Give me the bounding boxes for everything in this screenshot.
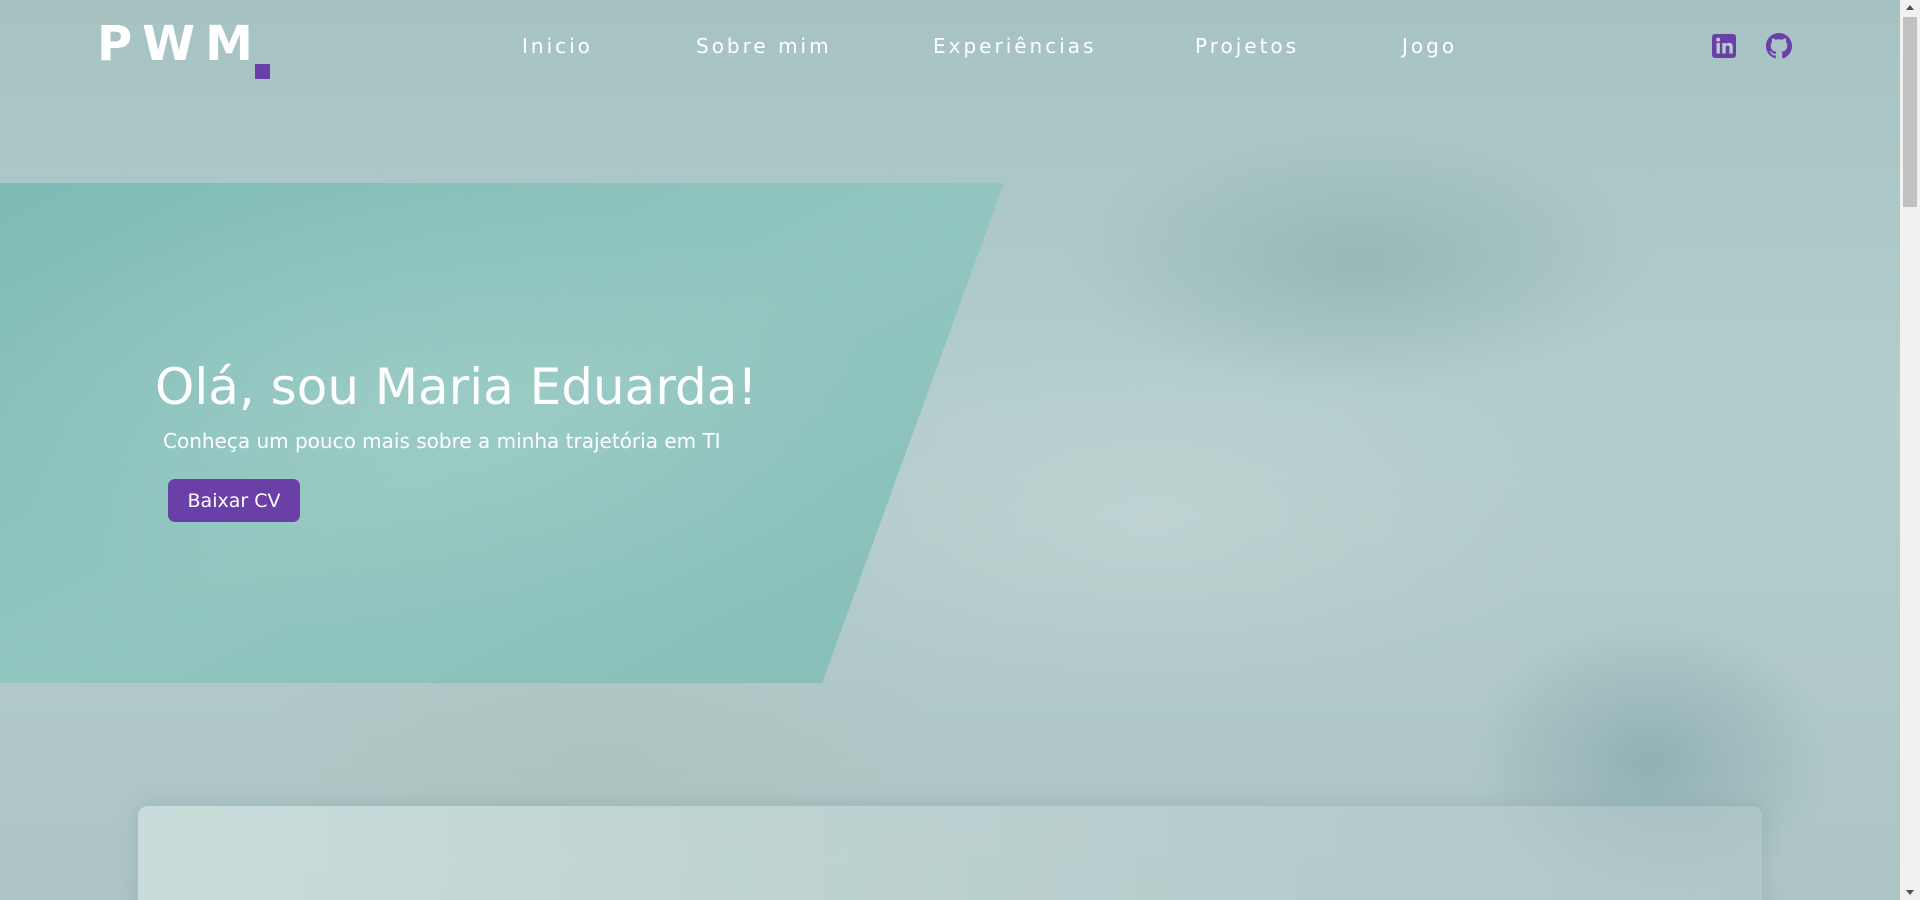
scroll-down-arrow-icon[interactable] [1906, 890, 1914, 895]
nav-item-sobre-mim[interactable]: Sobre mim [696, 34, 832, 58]
hero-title: Olá, sou Maria Eduarda! [155, 358, 758, 416]
nav-item-projetos[interactable]: Projetos [1195, 34, 1299, 58]
download-cv-button[interactable]: Baixar CV [168, 479, 300, 522]
page-scrollbar[interactable] [1900, 0, 1920, 900]
nav-item-jogo[interactable]: Jogo [1402, 34, 1457, 58]
github-icon[interactable] [1766, 33, 1792, 59]
logo-accent-square [255, 64, 270, 79]
linkedin-icon[interactable] [1711, 33, 1737, 59]
nav-item-experiencias[interactable]: Experiências [933, 34, 1096, 58]
scrollbar-thumb[interactable] [1903, 17, 1917, 207]
hero-subtitle: Conheça um pouco mais sobre a minha traj… [163, 429, 721, 453]
nav-item-inicio[interactable]: Inicio [522, 34, 593, 58]
scroll-up-arrow-icon[interactable] [1906, 5, 1914, 10]
content-card [138, 806, 1762, 900]
site-logo[interactable]: PWM [97, 20, 263, 68]
